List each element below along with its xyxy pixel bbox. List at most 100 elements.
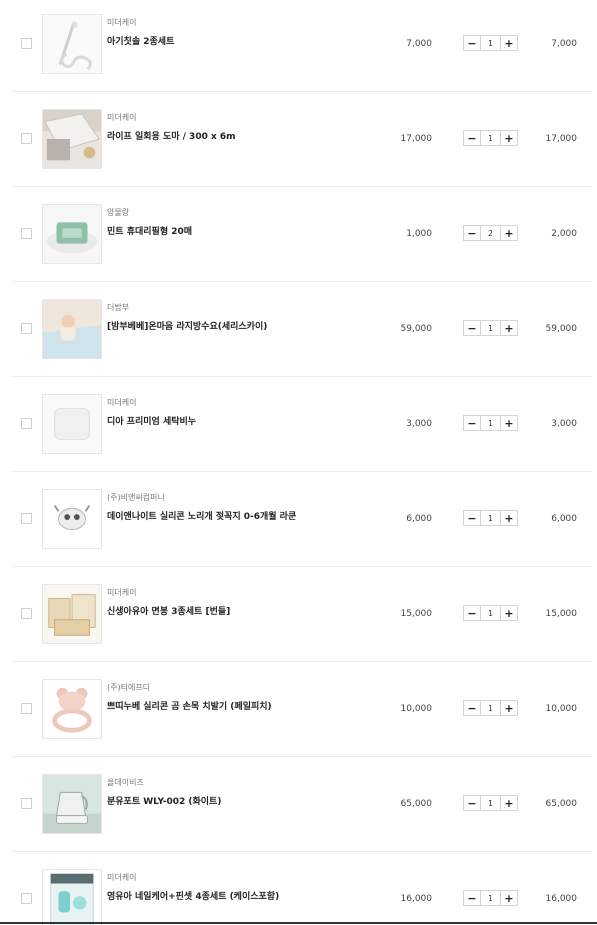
decrease-quantity-button[interactable]: − bbox=[464, 131, 481, 145]
brand-label: 올데이비즈 bbox=[107, 778, 144, 787]
brand-label: 미더케이 bbox=[107, 398, 137, 407]
decrease-quantity-button[interactable]: − bbox=[464, 226, 481, 240]
product-name[interactable]: 민트 휴대리필형 20매 bbox=[107, 224, 192, 237]
line-total: 16,000 bbox=[545, 894, 578, 904]
product-name[interactable]: 신생아유아 면봉 3종세트 [번들] bbox=[107, 604, 230, 617]
select-checkbox[interactable] bbox=[21, 703, 32, 714]
cotton-swab-box-icon[interactable] bbox=[42, 584, 102, 644]
unit-price: 7,000 bbox=[406, 39, 432, 49]
brand-label: 미더케이 bbox=[107, 113, 137, 122]
quantity-stepper: − 2 + bbox=[463, 225, 518, 241]
unit-price: 10,000 bbox=[400, 704, 433, 714]
product-name[interactable]: 라이프 일회용 도마 / 300 x 6m bbox=[107, 129, 236, 142]
cart-row: 양물랑 민트 휴대리필형 20매 1,000 − 2 + 2,000 bbox=[0, 187, 597, 282]
quantity-stepper: − 1 + bbox=[463, 415, 518, 431]
select-checkbox[interactable] bbox=[21, 608, 32, 619]
decrease-quantity-button[interactable]: − bbox=[464, 796, 481, 810]
unit-price: 65,000 bbox=[400, 799, 433, 809]
product-name[interactable]: 쁘띠누베 실리콘 곰 손목 치발기 (페일피치) bbox=[107, 699, 272, 712]
line-total: 2,000 bbox=[551, 229, 577, 239]
product-name[interactable]: 데이앤나이트 실리콘 노리개 젖꼭지 0-6개월 라쿤 bbox=[107, 509, 296, 522]
cart-row: 미더케이 아기칫솔 2종세트 7,000 − 1 + 7,000 bbox=[0, 0, 597, 92]
cart-row: (주)티에프디 쁘띠누베 실리콘 곰 손목 치발기 (페일피치) 10,000 … bbox=[0, 662, 597, 757]
select-checkbox[interactable] bbox=[21, 38, 32, 49]
brand-label: (주)티에프디 bbox=[107, 683, 151, 692]
quantity-value[interactable]: 1 bbox=[481, 796, 500, 810]
cart-list: 미더케이 아기칫솔 2종세트 7,000 − 1 + 7,000 미더케이 라이… bbox=[0, 0, 597, 925]
line-total: 3,000 bbox=[551, 419, 577, 429]
cart-row: 미더케이 라이프 일회용 도마 / 300 x 6m 17,000 − 1 + … bbox=[0, 92, 597, 187]
increase-quantity-button[interactable]: + bbox=[500, 321, 517, 335]
select-checkbox[interactable] bbox=[21, 418, 32, 429]
brand-label: (주)비앤씨컴퍼니 bbox=[107, 493, 165, 502]
kettle-icon[interactable] bbox=[42, 774, 102, 834]
increase-quantity-button[interactable]: + bbox=[500, 701, 517, 715]
pacifier-icon[interactable] bbox=[42, 489, 102, 549]
line-total: 59,000 bbox=[545, 324, 578, 334]
quantity-value[interactable]: 2 bbox=[481, 226, 500, 240]
increase-quantity-button[interactable]: + bbox=[500, 796, 517, 810]
increase-quantity-button[interactable]: + bbox=[500, 511, 517, 525]
product-name[interactable]: 디아 프리미엄 세탁비누 bbox=[107, 414, 196, 427]
decrease-quantity-button[interactable]: − bbox=[464, 606, 481, 620]
quantity-value[interactable]: 1 bbox=[481, 511, 500, 525]
select-checkbox[interactable] bbox=[21, 513, 32, 524]
decrease-quantity-button[interactable]: − bbox=[464, 511, 481, 525]
cart-row: 미더케이 디아 프리미엄 세탁비누 3,000 − 1 + 3,000 bbox=[0, 377, 597, 472]
increase-quantity-button[interactable]: + bbox=[500, 606, 517, 620]
decrease-quantity-button[interactable]: − bbox=[464, 891, 481, 905]
decrease-quantity-button[interactable]: − bbox=[464, 36, 481, 50]
select-checkbox[interactable] bbox=[21, 798, 32, 809]
unit-price: 15,000 bbox=[400, 609, 433, 619]
quantity-stepper: − 1 + bbox=[463, 795, 518, 811]
unit-price: 3,000 bbox=[406, 419, 432, 429]
quantity-stepper: − 1 + bbox=[463, 890, 518, 906]
baby-mat-icon[interactable] bbox=[42, 299, 102, 359]
increase-quantity-button[interactable]: + bbox=[500, 36, 517, 50]
decrease-quantity-button[interactable]: − bbox=[464, 701, 481, 715]
increase-quantity-button[interactable]: + bbox=[500, 131, 517, 145]
bear-teether-icon[interactable] bbox=[42, 679, 102, 739]
quantity-value[interactable]: 1 bbox=[481, 416, 500, 430]
quantity-stepper: − 1 + bbox=[463, 35, 518, 51]
quantity-value[interactable]: 1 bbox=[481, 606, 500, 620]
cart-row: 더밤부 [밤부베베]온마음 라지방수요(세리스카이) 59,000 − 1 + … bbox=[0, 282, 597, 377]
product-name[interactable]: 아기칫솔 2종세트 bbox=[107, 34, 174, 47]
soap-bar-icon[interactable] bbox=[42, 394, 102, 454]
line-total: 6,000 bbox=[551, 514, 577, 524]
unit-price: 59,000 bbox=[400, 324, 433, 334]
brand-label: 양물랑 bbox=[107, 208, 130, 217]
product-name[interactable]: 영유아 네일케어+핀셋 4종세트 (케이스포함) bbox=[107, 889, 279, 902]
line-total: 10,000 bbox=[545, 704, 578, 714]
decrease-quantity-button[interactable]: − bbox=[464, 416, 481, 430]
nail-care-set-icon[interactable] bbox=[42, 869, 102, 925]
select-checkbox[interactable] bbox=[21, 893, 32, 904]
toothbrush-icon[interactable] bbox=[42, 14, 102, 74]
quantity-value[interactable]: 1 bbox=[481, 131, 500, 145]
select-checkbox[interactable] bbox=[21, 323, 32, 334]
line-total: 15,000 bbox=[545, 609, 578, 619]
select-checkbox[interactable] bbox=[21, 133, 32, 144]
increase-quantity-button[interactable]: + bbox=[500, 226, 517, 240]
bottom-rule bbox=[0, 922, 597, 924]
quantity-stepper: − 1 + bbox=[463, 130, 518, 146]
brand-label: 미더케이 bbox=[107, 588, 137, 597]
wipes-pack-icon[interactable] bbox=[42, 204, 102, 264]
brand-label: 미더케이 bbox=[107, 18, 137, 27]
product-name[interactable]: 분유포트 WLY-002 (화이트) bbox=[107, 794, 221, 807]
decrease-quantity-button[interactable]: − bbox=[464, 321, 481, 335]
cutting-sheet-icon[interactable] bbox=[42, 109, 102, 169]
increase-quantity-button[interactable]: + bbox=[500, 891, 517, 905]
line-total: 65,000 bbox=[545, 799, 578, 809]
quantity-value[interactable]: 1 bbox=[481, 701, 500, 715]
quantity-value[interactable]: 1 bbox=[481, 36, 500, 50]
increase-quantity-button[interactable]: + bbox=[500, 416, 517, 430]
select-checkbox[interactable] bbox=[21, 228, 32, 239]
quantity-stepper: − 1 + bbox=[463, 700, 518, 716]
quantity-value[interactable]: 1 bbox=[481, 321, 500, 335]
unit-price: 1,000 bbox=[406, 229, 432, 239]
product-name[interactable]: [밤부베베]온마음 라지방수요(세리스카이) bbox=[107, 319, 267, 332]
quantity-value[interactable]: 1 bbox=[481, 891, 500, 905]
quantity-stepper: − 1 + bbox=[463, 510, 518, 526]
cart-row: (주)비앤씨컴퍼니 데이앤나이트 실리콘 노리개 젖꼭지 0-6개월 라쿤 6,… bbox=[0, 472, 597, 567]
